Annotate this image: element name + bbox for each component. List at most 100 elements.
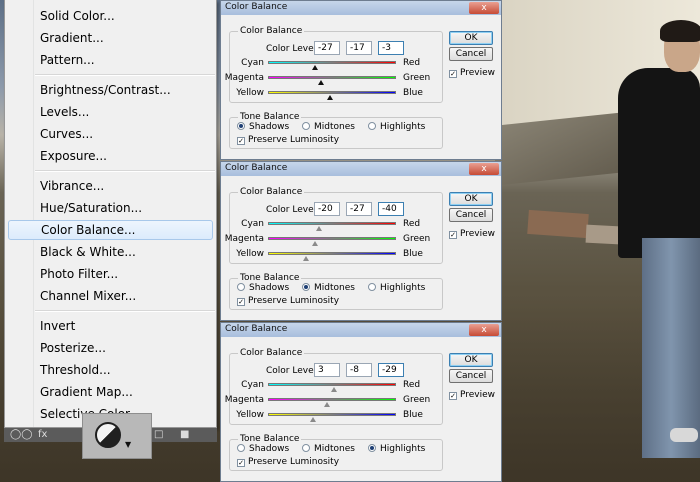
radio-shadows[interactable]: Shadows xyxy=(237,444,289,454)
dialog-titlebar: Color Balance x xyxy=(221,162,501,176)
checkmark-icon: ✓ xyxy=(237,459,245,467)
color-level-input-2[interactable]: -17 xyxy=(346,41,372,55)
preview-checkbox[interactable]: ✓ Preview xyxy=(449,68,495,78)
slider-left-label: Yellow xyxy=(236,249,264,259)
yellow-blue-track[interactable] xyxy=(268,91,396,94)
yellow-blue-slider-thumb[interactable] xyxy=(303,256,310,261)
person-jeans xyxy=(642,238,700,458)
radio-midtones[interactable]: Midtones xyxy=(302,283,355,293)
radio-highlights[interactable]: Highlights xyxy=(368,283,425,293)
ok-button[interactable]: OK xyxy=(449,353,493,367)
menu-item-channel-mixer[interactable]: Channel Mixer... xyxy=(8,286,213,306)
new-layer-icon[interactable]: □ xyxy=(154,429,163,440)
close-icon[interactable]: x xyxy=(469,163,499,175)
color-balance-dialog-shadows: Color Balance x Color Balance Color Leve… xyxy=(220,0,502,160)
fx-icon[interactable]: fx xyxy=(38,429,47,440)
radio-label: Highlights xyxy=(380,122,426,132)
radio-indicator xyxy=(237,122,245,130)
slider-right-label: Blue xyxy=(403,410,423,420)
preview-checkbox[interactable]: ✓ Preview xyxy=(449,229,495,239)
menu-item-hue-saturation[interactable]: Hue/Saturation... xyxy=(8,198,213,218)
menu-item-curves[interactable]: Curves... xyxy=(8,124,213,144)
menu-item-solid-color[interactable]: Solid Color... xyxy=(8,6,213,26)
close-icon[interactable]: x xyxy=(469,2,499,14)
link-layers-icon[interactable]: ◯◯ xyxy=(10,429,32,440)
color-level-input-1[interactable]: -20 xyxy=(314,202,340,216)
radio-indicator xyxy=(302,122,310,130)
color-level-input-3[interactable]: -40 xyxy=(378,202,404,216)
slider-row-cyan-red: Cyan Red xyxy=(230,217,442,232)
roof-tile xyxy=(527,209,589,239)
trash-icon[interactable]: ■ xyxy=(180,429,189,440)
cyan-red-track[interactable] xyxy=(268,222,396,225)
menu-item-gradient[interactable]: Gradient... xyxy=(8,28,213,48)
cancel-button[interactable]: Cancel xyxy=(449,369,493,383)
dialog-titlebar: Color Balance x xyxy=(221,323,501,337)
magenta-green-track[interactable] xyxy=(268,76,396,79)
color-level-input-3[interactable]: -3 xyxy=(378,41,404,55)
magenta-green-slider-thumb[interactable] xyxy=(318,80,325,85)
menu-item-vibrance[interactable]: Vibrance... xyxy=(8,176,213,196)
menu-item-pattern[interactable]: Pattern... xyxy=(8,50,213,70)
color-balance-group: Color Balance Color Levels: -27 -17 -3 C… xyxy=(225,26,443,103)
radio-highlights[interactable]: Highlights xyxy=(368,444,425,454)
menu-item-brightness-contrast[interactable]: Brightness/Contrast... xyxy=(8,80,213,100)
yellow-blue-slider-thumb[interactable] xyxy=(327,95,334,100)
cyan-red-slider-thumb[interactable] xyxy=(316,226,323,231)
magenta-green-track[interactable] xyxy=(268,237,396,240)
cyan-red-track[interactable] xyxy=(268,383,396,386)
menu-item-levels[interactable]: Levels... xyxy=(8,102,213,122)
magenta-green-slider-thumb[interactable] xyxy=(311,241,318,246)
cyan-red-slider-thumb[interactable] xyxy=(330,387,337,392)
close-icon[interactable]: x xyxy=(469,324,499,336)
menu-item-invert[interactable]: Invert xyxy=(8,316,213,336)
preserve-luminosity-checkbox[interactable]: ✓ Preserve Luminosity xyxy=(237,135,339,145)
yellow-blue-track[interactable] xyxy=(268,252,396,255)
preserve-luminosity-checkbox[interactable]: ✓ Preserve Luminosity xyxy=(237,296,339,306)
slider-row-yellow-blue: Yellow Blue xyxy=(230,86,442,101)
cancel-button[interactable]: Cancel xyxy=(449,47,493,61)
menu-item-gradient-map[interactable]: Gradient Map... xyxy=(8,382,213,402)
slider-row-cyan-red: Cyan Red xyxy=(230,56,442,71)
color-level-input-2[interactable]: -27 xyxy=(346,202,372,216)
menu-item-black-white[interactable]: Black & White... xyxy=(8,242,213,262)
menu-item-color-balance[interactable]: Color Balance... xyxy=(8,220,213,240)
ok-button[interactable]: OK xyxy=(449,192,493,206)
radio-label: Shadows xyxy=(249,122,290,132)
radio-shadows[interactable]: Shadows xyxy=(237,122,289,132)
magenta-green-track[interactable] xyxy=(268,398,396,401)
menu-item-exposure[interactable]: Exposure... xyxy=(8,146,213,166)
slider-row-cyan-red: Cyan Red xyxy=(230,378,442,393)
cancel-button[interactable]: Cancel xyxy=(449,208,493,222)
menu-item-posterize[interactable]: Posterize... xyxy=(8,338,213,358)
menu-item-photo-filter[interactable]: Photo Filter... xyxy=(8,264,213,284)
preview-checkbox[interactable]: ✓ Preview xyxy=(449,390,495,400)
cyan-red-track[interactable] xyxy=(268,61,396,64)
tone-balance-label: Tone Balance xyxy=(238,273,302,283)
yellow-blue-slider-thumb[interactable] xyxy=(310,417,317,422)
tone-balance-group: Tone Balance Shadows Midtones Highlights… xyxy=(229,273,443,310)
radio-midtones[interactable]: Midtones xyxy=(302,444,355,454)
adjustment-layer-button[interactable]: ▼ xyxy=(82,413,152,459)
radio-indicator xyxy=(237,283,245,291)
slider-left-label: Cyan xyxy=(241,380,264,390)
menu-item-threshold[interactable]: Threshold... xyxy=(8,360,213,380)
slider-left-label: Cyan xyxy=(241,219,264,229)
cyan-red-slider-thumb[interactable] xyxy=(311,65,318,70)
radio-shadows[interactable]: Shadows xyxy=(237,283,289,293)
color-level-input-2[interactable]: -8 xyxy=(346,363,372,377)
person-coat xyxy=(618,68,700,258)
slider-left-label: Magenta xyxy=(224,234,264,244)
radio-midtones[interactable]: Midtones xyxy=(302,122,355,132)
yellow-blue-track[interactable] xyxy=(268,413,396,416)
group-label: Color Balance xyxy=(238,26,305,36)
color-level-input-1[interactable]: -27 xyxy=(314,41,340,55)
magenta-green-slider-thumb[interactable] xyxy=(323,402,330,407)
preserve-luminosity-checkbox[interactable]: ✓ Preserve Luminosity xyxy=(237,457,339,467)
radio-highlights[interactable]: Highlights xyxy=(368,122,425,132)
color-level-input-1[interactable]: 3 xyxy=(314,363,340,377)
person-hair xyxy=(660,20,700,42)
color-level-input-3[interactable]: -29 xyxy=(378,363,404,377)
ok-button[interactable]: OK xyxy=(449,31,493,45)
slider-row-magenta-green: Magenta Green xyxy=(225,232,442,247)
